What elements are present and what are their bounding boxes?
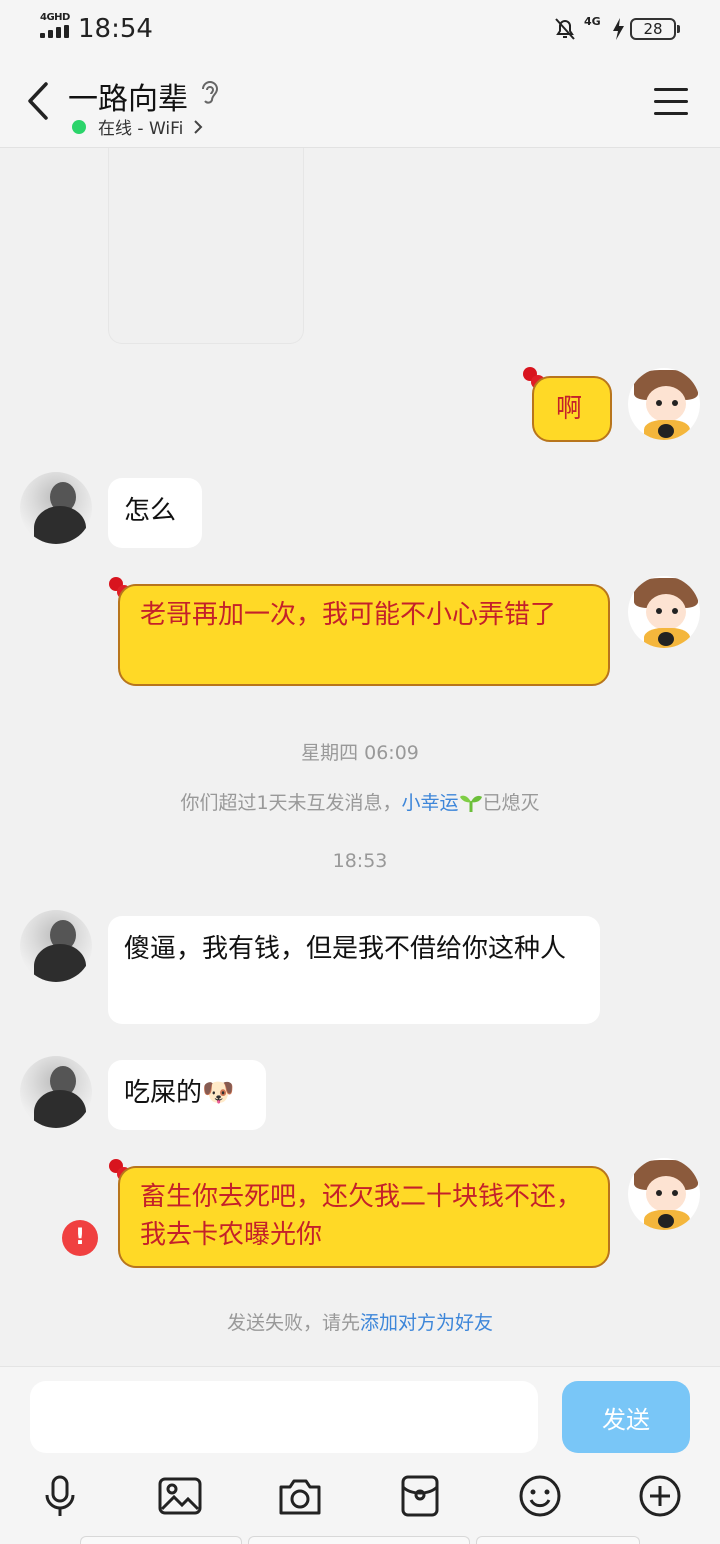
avatar[interactable] <box>20 472 92 544</box>
fail-notice-text: 发送失败，请先 <box>226 1312 360 1334</box>
message-bubble[interactable]: 怎么 <box>108 478 202 548</box>
send-button[interactable]: 发送 <box>562 1381 690 1453</box>
add-friend-link[interactable]: 添加对方为好友 <box>360 1312 493 1334</box>
online-status[interactable]: 在线 - WiFi <box>72 114 203 139</box>
notice-text: 你们超过1天未互发消息， <box>180 792 402 814</box>
microphone-icon[interactable] <box>37 1473 83 1519</box>
send-failed-notice: 发送失败，请先添加对方为好友 <box>0 1308 720 1335</box>
online-dot-icon <box>72 119 86 134</box>
back-arrow-icon[interactable] <box>22 78 58 124</box>
avatar[interactable] <box>628 1158 700 1230</box>
contact-name[interactable]: 一路向辈 <box>68 74 188 118</box>
battery-indicator: 28 <box>630 18 680 40</box>
menu-icon[interactable] <box>654 86 690 118</box>
message-bubble[interactable]: 吃屎的🐶 <box>108 1060 266 1130</box>
message-input[interactable] <box>30 1381 538 1453</box>
mute-bell-icon <box>555 18 575 40</box>
clock: 18:54 <box>78 14 153 44</box>
emoji-icon[interactable] <box>517 1473 563 1519</box>
timestamp: 星期四 06:09 <box>301 742 419 764</box>
panel-tabs <box>80 1536 640 1544</box>
avatar[interactable] <box>20 910 92 982</box>
message-bubble[interactable]: 畜生你去死吧，还欠我二十块钱不还，我去卡农曝光你 <box>118 1166 610 1268</box>
status-bar: 4GHD 18:54 4G 28 <box>0 0 720 56</box>
lucky-link[interactable]: 小幸运 <box>402 792 459 814</box>
avatar[interactable] <box>628 368 700 440</box>
send-failed-icon[interactable]: ! <box>62 1220 98 1256</box>
signal-icon <box>40 25 70 38</box>
network-type: 4GHD <box>40 12 70 23</box>
image-message[interactable] <box>108 148 304 344</box>
message-bubble[interactable]: 老哥再加一次，我可能不小心弄错了 <box>118 584 610 686</box>
timestamp: 18:53 <box>332 850 388 872</box>
message-bubble[interactable]: 傻逼，我有钱，但是我不借给你这种人 <box>108 916 600 1024</box>
mobile-data-indicator: 4G <box>584 15 601 28</box>
notice-suffix: 已熄灭 <box>482 792 540 814</box>
sprout-icon <box>459 795 482 812</box>
ear-icon[interactable] <box>196 78 222 108</box>
chat-header: 一路向辈 在线 - WiFi <box>0 56 720 148</box>
image-icon[interactable] <box>157 1473 203 1519</box>
message-bubble[interactable]: 啊 <box>532 376 612 442</box>
chevron-right-icon <box>194 119 203 134</box>
toolbar <box>0 1473 720 1523</box>
avatar[interactable] <box>20 1056 92 1128</box>
charging-icon <box>613 18 624 40</box>
camera-icon[interactable] <box>277 1473 323 1519</box>
avatar[interactable] <box>628 576 700 648</box>
online-status-text: 在线 - WiFi <box>98 119 184 139</box>
message-list[interactable]: 啊 怎么 老哥再加一次，我可能不小心弄错了 星期四 06:09 你们超过1天未互… <box>0 148 720 1366</box>
plus-icon[interactable] <box>637 1473 683 1519</box>
system-notice: 你们超过1天未互发消息，小幸运 已熄灭 <box>0 788 720 815</box>
red-packet-icon[interactable] <box>397 1473 443 1519</box>
input-bar: 发送 <box>0 1366 720 1544</box>
